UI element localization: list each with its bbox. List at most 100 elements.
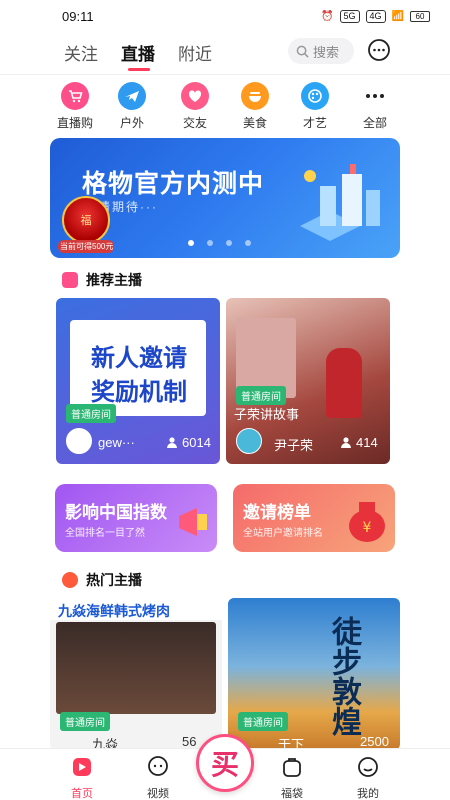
avatar — [66, 428, 92, 454]
banner-dot[interactable] — [245, 240, 251, 246]
food-icon — [241, 82, 269, 110]
nav-label: 首页 — [71, 788, 93, 800]
category-label: 美食 — [242, 116, 267, 130]
status-bar: 09:11 ⏰ 5G 4G 📶 60 — [0, 0, 450, 32]
svg-text:¥: ¥ — [363, 520, 372, 536]
search-input[interactable]: 搜索 — [288, 38, 354, 64]
active-tab-indicator — [128, 68, 150, 71]
plane-icon — [118, 82, 146, 110]
room-tag: 普通房间 — [236, 386, 286, 405]
food-image — [56, 622, 216, 714]
nav-label: 视频 — [147, 788, 169, 800]
promo-invite-ranking[interactable]: 邀请榜单 全站用户邀请排名 ¥ — [233, 484, 395, 552]
promo-subtitle: 全国排名一目了然 — [65, 528, 145, 539]
category-label: 户外 — [119, 116, 144, 130]
section-title: 推荐主播 — [86, 272, 142, 288]
poster-text: 徒步敦煌 — [327, 616, 360, 736]
banner-pagination — [188, 240, 251, 246]
category-talent[interactable]: 才艺 — [287, 82, 343, 131]
promo-title: 邀请榜单 — [243, 503, 311, 522]
nav-video[interactable]: 视频 — [128, 755, 188, 800]
poster-text: 九焱海鲜韩式烤肉 — [50, 598, 222, 620]
search-placeholder: 搜索 — [313, 44, 340, 60]
more-icon — [361, 82, 389, 110]
megaphone-icon — [179, 508, 207, 536]
category-label: 交友 — [182, 116, 207, 130]
lucky-bag-icon: 福 — [62, 196, 110, 244]
section-title: 热门主播 — [86, 572, 142, 588]
tab-nearby[interactable]: 附近 — [178, 40, 212, 65]
streamer-name: gew··· — [98, 435, 135, 450]
room-tag: 普通房间 — [238, 712, 288, 731]
category-outdoor[interactable]: 户外 — [104, 82, 160, 131]
wifi-icon: 📶 — [391, 10, 404, 22]
chat-bubble-icon — [368, 39, 390, 61]
center-buy-button[interactable]: 买 — [196, 734, 254, 792]
home-icon — [73, 758, 91, 776]
banner-title: 格物官方内测中 — [82, 170, 265, 198]
poster-text: 新人邀请 奖励机制 — [91, 345, 187, 406]
viewer-icon — [167, 437, 177, 448]
viewer-count: 6014 — [182, 435, 211, 450]
live-card[interactable]: 普通房间 子荣讲故事 尹子荣 414 — [226, 298, 390, 464]
avatar — [236, 428, 262, 454]
signal-badge: 4G — [365, 9, 386, 23]
battery-icon: 60 — [410, 10, 430, 22]
tab-live[interactable]: 直播 — [121, 40, 155, 65]
smile-icon — [358, 757, 378, 777]
section-recommended: 推荐主播 — [62, 270, 142, 290]
banner-dot-active[interactable] — [188, 240, 194, 246]
section-hot: 热门主播 — [62, 570, 142, 590]
tab-follow[interactable]: 关注 — [64, 40, 98, 65]
promo-title: 影响中国指数 — [65, 503, 167, 522]
network-badge: 5G — [339, 9, 360, 23]
status-icons: ⏰ 5G 4G 📶 60 — [321, 9, 430, 23]
heart-icon — [181, 82, 209, 110]
nav-label: 福袋 — [281, 788, 303, 800]
money-bag-icon: ¥ — [349, 502, 385, 542]
status-time: 09:11 — [62, 8, 94, 24]
viewer-count: 414 — [356, 435, 378, 450]
live-card[interactable]: 徒步敦煌 普通房间 于下 2500 — [228, 598, 400, 750]
cart-icon — [61, 82, 89, 110]
promo-subtitle: 全站用户邀请排名 — [243, 528, 323, 539]
city-illustration — [300, 164, 380, 241]
lucky-bag-badge[interactable]: 福 当前可得500元 — [58, 196, 114, 256]
palette-icon — [301, 82, 329, 110]
lucky-bag-icon — [283, 758, 301, 777]
live-card[interactable]: 九焱海鲜韩式烤肉 普通房间 九焱 56 — [50, 598, 222, 750]
category-label: 全部 — [362, 116, 387, 130]
live-card[interactable]: 新人邀请 奖励机制 普通房间 gew··· 6014 — [56, 298, 220, 464]
nav-profile[interactable]: 我的 — [338, 755, 398, 800]
room-tag: 普通房间 — [60, 712, 110, 731]
header-divider — [0, 74, 450, 75]
category-food[interactable]: 美食 — [227, 82, 283, 131]
figure-image — [326, 348, 362, 418]
category-all[interactable]: 全部 — [347, 82, 403, 131]
streamer-name: 尹子荣 — [274, 438, 314, 453]
poster-text: 子荣讲故事 — [234, 407, 300, 422]
lucky-bag-label: 当前可得500元 — [58, 240, 114, 253]
search-icon — [296, 45, 309, 58]
category-live-shopping[interactable]: 直播购 — [47, 82, 103, 131]
top-nav: 关注 直播 附近 搜索 — [0, 34, 450, 74]
banner-dot[interactable] — [207, 240, 213, 246]
nav-lucky-bag[interactable]: 福袋 — [262, 755, 322, 800]
banner-dot[interactable] — [226, 240, 232, 246]
alarm-icon: ⏰ — [321, 10, 334, 22]
viewer-icon — [341, 437, 351, 448]
nav-home[interactable]: 首页 — [52, 755, 112, 800]
flame-icon — [62, 572, 78, 588]
viewer-count: 56 — [182, 734, 197, 749]
nav-label: 我的 — [357, 788, 379, 800]
message-button[interactable] — [366, 38, 392, 64]
viewer-count: 2500 — [360, 734, 389, 749]
category-label: 直播购 — [56, 116, 93, 130]
category-row: 直播购 户外 交友 美食 才艺 全部 — [0, 82, 450, 132]
category-label: 才艺 — [302, 116, 327, 130]
category-dating[interactable]: 交友 — [167, 82, 223, 131]
video-chat-icon — [148, 756, 168, 776]
promo-influence-index[interactable]: 影响中国指数 全国排名一目了然 — [55, 484, 217, 552]
crown-icon — [62, 272, 78, 288]
room-tag: 普通房间 — [66, 404, 116, 423]
